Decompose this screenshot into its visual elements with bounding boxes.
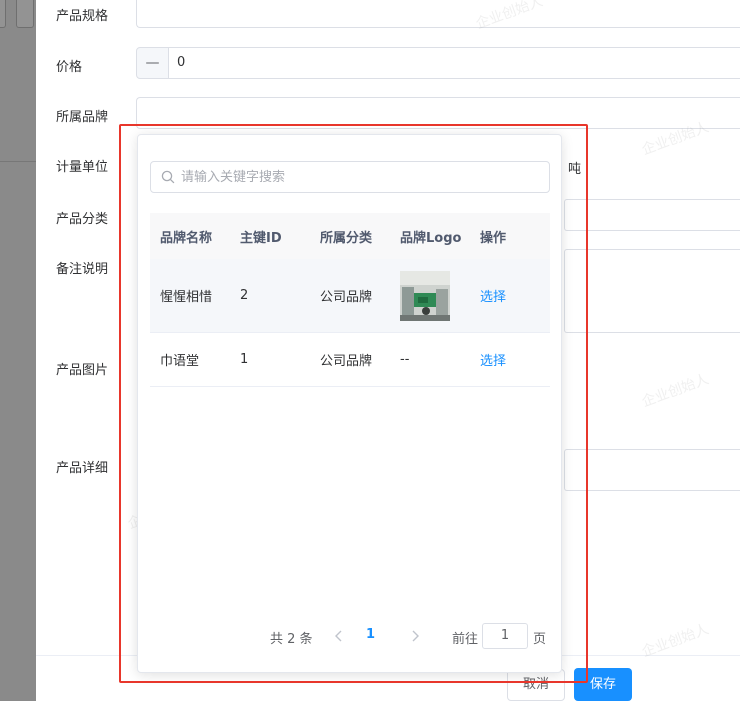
background-tab	[16, 0, 34, 28]
column-header-category: 所属分类	[320, 230, 373, 246]
brand-id-cell: 2	[240, 288, 249, 303]
pagination-goto-label: 前往	[452, 632, 479, 647]
background-divider	[0, 161, 36, 162]
brand-table: 品牌名称 主键ID 所属分类 品牌Logo 操作 惺惺相惜 2 公司品牌 选择 …	[150, 213, 550, 387]
category-input[interactable]	[564, 199, 740, 231]
search-icon	[161, 170, 175, 184]
chevron-right-icon[interactable]	[408, 626, 422, 646]
unit-suffix: 吨	[568, 162, 582, 177]
price-input[interactable]: 0	[168, 47, 740, 79]
table-header: 品牌名称 主键ID 所属分类 品牌Logo 操作	[150, 213, 550, 259]
table-row: 巾语堂 1 公司品牌 -- 选择	[150, 333, 550, 387]
column-header-id: 主键ID	[240, 230, 282, 246]
label-remark: 备注说明	[56, 262, 109, 277]
select-brand-link-label[interactable]: 选择	[480, 354, 506, 369]
cancel-button[interactable]: 取消	[507, 669, 565, 701]
label-category: 产品分类	[56, 212, 109, 227]
brand-search-input[interactable]	[181, 162, 541, 192]
brand-input[interactable]	[136, 97, 740, 129]
price-decrease-button[interactable]: —	[136, 47, 169, 79]
label-image: 产品图片	[56, 363, 109, 378]
label-spec: 产品规格	[56, 9, 109, 24]
table-row: 惺惺相惜 2 公司品牌 选择	[150, 259, 550, 333]
pagination-page-1[interactable]: 1	[366, 627, 375, 642]
chevron-left-icon[interactable]	[332, 626, 346, 646]
save-button[interactable]: 保存	[574, 668, 632, 701]
column-header-action: 操作	[480, 230, 507, 246]
detail-editor[interactable]	[564, 449, 740, 491]
brand-id-cell: 1	[240, 352, 249, 367]
pagination-page-suffix: 页	[533, 632, 547, 647]
brand-search-box[interactable]	[150, 161, 550, 193]
pagination: 共 2 条 1 前往 1 页	[138, 623, 563, 651]
brand-name-cell: 惺惺相惜	[160, 290, 213, 305]
select-brand-link[interactable]: 选择	[470, 286, 550, 305]
column-header-name: 品牌名称	[160, 230, 213, 246]
select-brand-link-label[interactable]: 选择	[480, 290, 506, 305]
label-detail: 产品详细	[56, 461, 109, 476]
pagination-total: 共 2 条	[270, 632, 313, 647]
brand-logo-cell	[390, 270, 470, 321]
brand-category-cell: 公司品牌	[320, 354, 373, 369]
pagination-goto-input[interactable]: 1	[482, 623, 528, 649]
label-price: 价格	[56, 60, 83, 75]
spec-input[interactable]	[136, 0, 740, 28]
label-brand: 所属品牌	[56, 110, 109, 125]
remark-textarea[interactable]	[564, 249, 740, 333]
brand-logo-photo	[400, 270, 450, 321]
brand-select-popover: 品牌名称 主键ID 所属分类 品牌Logo 操作 惺惺相惜 2 公司品牌	[137, 134, 562, 673]
background-tab	[0, 0, 6, 28]
select-brand-link[interactable]: 选择	[470, 350, 550, 369]
brand-logo-cell: --	[400, 352, 410, 367]
brand-category-cell: 公司品牌	[320, 290, 373, 305]
label-unit: 计量单位	[56, 160, 109, 175]
brand-logo-image	[400, 270, 450, 321]
brand-name-cell: 巾语堂	[160, 354, 200, 369]
column-header-logo: 品牌Logo	[400, 230, 462, 246]
